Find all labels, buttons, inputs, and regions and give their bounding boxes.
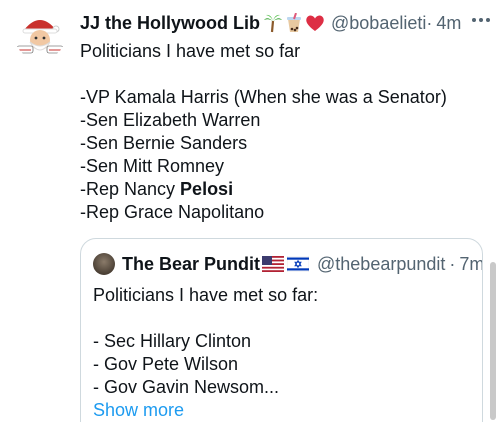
display-name[interactable]: JJ the Hollywood Lib bbox=[80, 13, 260, 34]
tweet-line: Politicians I have met so far bbox=[80, 41, 301, 61]
bubble-tea-icon bbox=[287, 13, 302, 32]
tweet-line: -Rep Grace Napolitano bbox=[80, 202, 265, 222]
quoted-text: Politicians I have met so far: - Sec Hil… bbox=[93, 284, 473, 422]
quoted-flags bbox=[262, 256, 310, 272]
palm-tree-icon bbox=[264, 14, 283, 33]
more-dot-icon bbox=[479, 18, 483, 22]
quoted-timestamp[interactable]: 7m bbox=[459, 254, 482, 275]
tweet-line: -VP Kamala Harris (When she was a Senato… bbox=[80, 87, 447, 107]
tweet-header: JJ the Hollywood Lib @bobaelieti· 4m bbox=[80, 10, 461, 36]
quoted-handle[interactable]: @thebearpundit bbox=[317, 254, 445, 275]
timestamp[interactable]: 4m bbox=[436, 13, 461, 34]
bold-word: Pelosi bbox=[180, 179, 234, 199]
quoted-line: - Gov Gavin Newsom... bbox=[93, 377, 280, 397]
quoted-display-name[interactable]: The Bear Pundit bbox=[122, 254, 260, 275]
tweet-line: -Sen Bernie Sanders bbox=[80, 133, 248, 153]
tweet-text: Politicians I have met so far -VP Kamala… bbox=[80, 40, 490, 224]
tweet[interactable]: JJ the Hollywood Lib @bobaelieti· 4m Pol… bbox=[0, 0, 500, 422]
avatar[interactable] bbox=[14, 8, 66, 60]
quoted-line: - Gov Pete Wilson bbox=[93, 354, 239, 374]
red-heart-icon bbox=[306, 15, 324, 31]
more-dot-icon bbox=[486, 18, 490, 22]
tweet-line-prefix: -Rep Nancy bbox=[80, 179, 181, 199]
quoted-separator: · bbox=[449, 253, 456, 274]
name-emojis bbox=[263, 13, 325, 33]
quoted-tweet[interactable]: The Bear Pundit @thebearpundit · 7m Poli… bbox=[80, 238, 483, 422]
more-dot-icon bbox=[472, 18, 476, 22]
scrollbar[interactable] bbox=[490, 262, 496, 420]
quoted-line: Politicians I have met so far: bbox=[93, 285, 319, 305]
avatar-cartoon-icon bbox=[14, 8, 66, 60]
quoted-blank-line bbox=[93, 307, 473, 330]
tweet-line: -Sen Mitt Romney bbox=[80, 156, 225, 176]
quoted-avatar[interactable] bbox=[93, 253, 115, 275]
us-flag-icon bbox=[262, 256, 285, 272]
quoted-header: The Bear Pundit @thebearpundit · 7m bbox=[122, 252, 482, 276]
tweet-line: -Sen Elizabeth Warren bbox=[80, 110, 261, 130]
israel-flag-icon bbox=[287, 256, 310, 272]
show-more-link[interactable]: Show more bbox=[93, 399, 473, 422]
handle[interactable]: @bobaelieti· bbox=[331, 13, 432, 34]
more-options-button[interactable] bbox=[472, 12, 490, 28]
quoted-line: - Sec Hillary Clinton bbox=[93, 331, 252, 351]
tweet-line-pelosi: -Rep Nancy Pelosi bbox=[80, 178, 490, 201]
